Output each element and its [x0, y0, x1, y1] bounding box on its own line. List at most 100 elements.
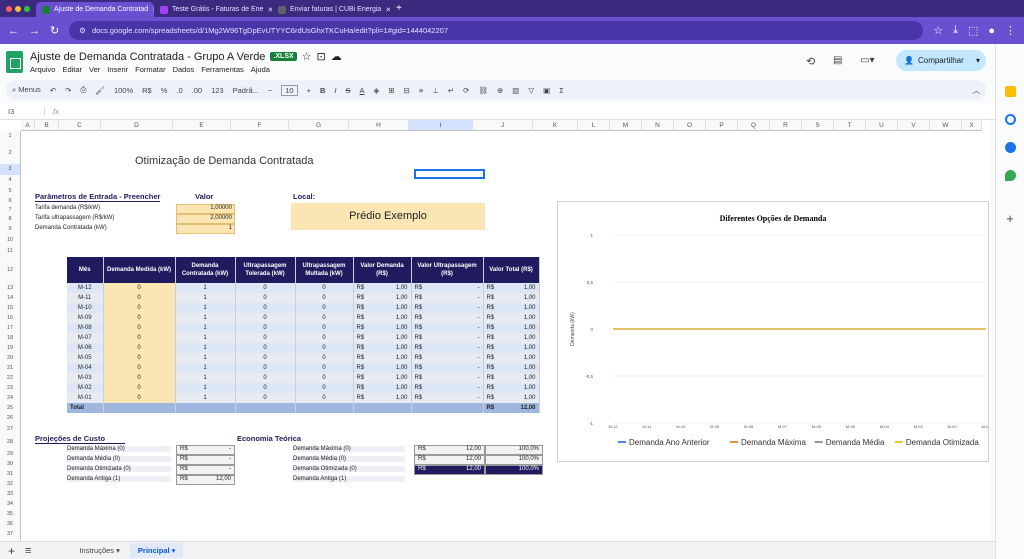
month-cell[interactable]: M-09 [67, 313, 104, 323]
month-cell[interactable]: M-10 [67, 303, 104, 313]
row-header[interactable]: 14 [0, 293, 21, 303]
link-icon[interactable]: ⛓ [478, 86, 488, 95]
share-button[interactable]: 👤 Compartilhar ▾ [896, 50, 986, 71]
new-tab-icon[interactable]: + [390, 3, 408, 14]
excess-value-cell[interactable]: R$ - [411, 313, 484, 323]
economy-value-cell[interactable]: R$ 12,00 [414, 465, 485, 475]
comments-icon[interactable]: ▤ [833, 55, 842, 66]
keep-icon[interactable] [1004, 86, 1016, 97]
measured-demand-cell[interactable]: 0 [103, 323, 176, 333]
menu-item[interactable]: Ver [89, 65, 100, 74]
fined-excess-cell[interactable]: 0 [295, 333, 354, 343]
column-header[interactable]: D [101, 120, 173, 131]
rotate-icon[interactable]: ⟳ [463, 86, 469, 95]
economy-percent-cell[interactable]: 100,0% [485, 445, 543, 455]
tolerated-excess-cell[interactable]: 0 [235, 353, 296, 363]
column-header[interactable]: I [409, 120, 473, 131]
sheet-tab-instrucoes[interactable]: Instruções ▾ [79, 546, 119, 555]
sheets-logo-icon[interactable] [6, 51, 23, 73]
close-window-icon[interactable] [6, 5, 12, 12]
economy-percent-cell[interactable]: 100,0% [485, 455, 543, 465]
font-select[interactable]: Padrã... [233, 86, 259, 95]
fined-excess-cell[interactable]: 0 [295, 373, 354, 383]
month-cell[interactable]: M-01 [67, 393, 104, 403]
back-icon[interactable]: ← [8, 25, 19, 37]
contracted-demand-cell[interactable]: 1 [175, 343, 236, 353]
measured-demand-cell[interactable]: 0 [103, 383, 176, 393]
column-header[interactable]: G [289, 120, 349, 131]
browser-menu-icon[interactable]: ⋮ [1005, 24, 1016, 37]
measured-demand-cell[interactable]: 0 [103, 283, 176, 293]
row-header[interactable]: 16 [0, 313, 21, 323]
contracted-demand-cell[interactable]: 1 [175, 313, 236, 323]
excess-value-cell[interactable]: R$ - [411, 293, 484, 303]
column-header[interactable]: O [674, 120, 706, 131]
excess-value-cell[interactable]: R$ - [411, 383, 484, 393]
add-on-icon[interactable]: + [1005, 211, 1016, 226]
column-header[interactable]: T [834, 120, 866, 131]
column-header[interactable]: H [349, 120, 409, 131]
bold-icon[interactable]: B [320, 86, 325, 95]
month-cell[interactable]: M-07 [67, 333, 104, 343]
empty-cell[interactable] [295, 403, 354, 413]
currency-format-button[interactable]: R$ [142, 86, 152, 95]
tolerated-excess-cell[interactable]: 0 [235, 293, 296, 303]
month-cell[interactable]: M-05 [67, 353, 104, 363]
url-input[interactable]: ⚙ docs.google.com/spreadsheets/d/1Mg2W96T… [69, 21, 924, 40]
column-header[interactable]: U [866, 120, 898, 131]
fined-excess-cell[interactable]: 0 [295, 303, 354, 313]
column-header[interactable]: K [533, 120, 578, 131]
row-header[interactable]: 4 [0, 175, 21, 186]
measured-demand-cell[interactable]: 0 [103, 343, 176, 353]
move-icon[interactable]: ⊡ [317, 50, 326, 63]
column-header[interactable]: B [35, 120, 59, 131]
param-value-cell[interactable]: 1,00000 [176, 204, 235, 214]
total-value-cell[interactable]: R$ 1,00 [483, 363, 540, 373]
row-header[interactable]: 8 [0, 215, 21, 224]
menu-item[interactable]: Arquivo [30, 65, 55, 74]
contracted-demand-cell[interactable]: 1 [175, 283, 236, 293]
spreadsheet-grid[interactable]: ABCDEFGHIJKLMNOPQRSTUVWX 1 2 3 4 5 6 7 8 9 10 11 12… [0, 120, 990, 540]
menu-item[interactable]: Ferramentas [201, 65, 244, 74]
contracted-demand-cell[interactable]: 1 [175, 373, 236, 383]
row-header[interactable]: 23 [0, 383, 21, 393]
economy-value-cell[interactable]: R$ 12,00 [414, 445, 485, 455]
empty-cell[interactable] [103, 403, 176, 413]
tolerated-excess-cell[interactable]: 0 [235, 373, 296, 383]
total-value-cell[interactable]: R$ 1,00 [483, 353, 540, 363]
row-header[interactable]: 29 [0, 449, 21, 459]
all-sheets-icon[interactable]: ≡ [25, 545, 31, 557]
tolerated-excess-cell[interactable]: 0 [235, 333, 296, 343]
cloud-status-icon[interactable]: ☁ [331, 50, 342, 63]
measured-demand-cell[interactable]: 0 [103, 313, 176, 323]
contracted-demand-cell[interactable]: 1 [175, 383, 236, 393]
browser-tab[interactable]: Ajuste de Demanda Contratad✕ [36, 2, 154, 17]
row-header[interactable]: 30 [0, 459, 21, 469]
measured-demand-cell[interactable]: 0 [103, 293, 176, 303]
total-value-cell[interactable]: R$ 1,00 [483, 293, 540, 303]
search-menus-button[interactable]: ⌕ Menus [12, 85, 41, 95]
tolerated-excess-cell[interactable]: 0 [235, 303, 296, 313]
collapse-toolbar-icon[interactable]: ︿ [973, 85, 981, 96]
tolerated-excess-cell[interactable]: 0 [235, 393, 296, 403]
month-cell[interactable]: M-08 [67, 323, 104, 333]
document-title[interactable]: Ajuste de Demanda Contratada - Grupo A V… [30, 51, 265, 63]
param-value-cell[interactable]: 1 [176, 224, 235, 234]
reload-icon[interactable]: ↻ [50, 24, 59, 37]
redo-icon[interactable]: ↷ [65, 86, 71, 95]
forward-icon[interactable]: → [29, 25, 40, 37]
row-header[interactable]: 17 [0, 323, 21, 333]
increase-decimals-button[interactable]: .00 [192, 86, 202, 95]
row-header[interactable]: 11 [0, 246, 21, 257]
column-header[interactable]: F [231, 120, 289, 131]
fined-excess-cell[interactable]: 0 [295, 283, 354, 293]
row-header[interactable]: 13 [0, 283, 21, 293]
empty-cell[interactable] [411, 403, 484, 413]
chart-icon[interactable]: ▥ [512, 86, 519, 95]
strikethrough-icon[interactable]: S [346, 86, 351, 95]
tasks-icon[interactable] [1004, 114, 1016, 125]
column-header[interactable]: X [962, 120, 982, 131]
undo-icon[interactable]: ↶ [50, 86, 56, 95]
merge-cells-icon[interactable]: ⊟ [404, 86, 410, 95]
row-header[interactable]: 2 [0, 142, 21, 164]
